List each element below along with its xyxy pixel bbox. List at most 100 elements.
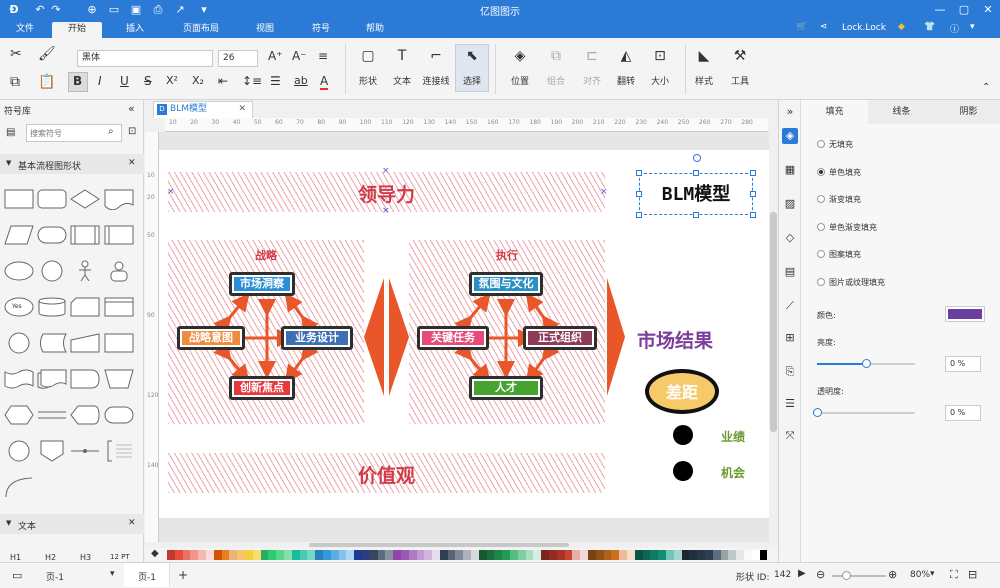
section-header-text[interactable]: ▼ 文本 ✕ xyxy=(0,514,144,534)
text-sample-h2[interactable]: H2 xyxy=(45,553,56,562)
expand-right-panel-icon[interactable]: » xyxy=(782,104,798,120)
shape-process[interactable] xyxy=(4,188,34,210)
color-swatch[interactable] xyxy=(611,550,620,560)
underline-icon[interactable]: U xyxy=(120,74,129,88)
color-swatch[interactable] xyxy=(283,550,292,560)
color-swatch[interactable] xyxy=(369,550,378,560)
shape-decision[interactable] xyxy=(70,188,100,210)
format-painter-icon[interactable]: 🖌 xyxy=(38,46,56,62)
fill-option-label[interactable]: 单色渐变填充 xyxy=(829,222,877,233)
color-swatch[interactable] xyxy=(190,550,199,560)
shape-card[interactable] xyxy=(70,296,100,318)
page-layout-icon[interactable]: ▭ xyxy=(12,569,22,582)
color-swatch[interactable] xyxy=(315,550,323,560)
size-tool-label[interactable]: 大小 xyxy=(640,74,680,87)
shape-ellipse[interactable] xyxy=(4,260,34,282)
text-sample-h3[interactable]: H3 xyxy=(80,553,91,562)
performance-dot[interactable] xyxy=(673,425,693,445)
section-close-icon[interactable]: ✕ xyxy=(128,158,136,168)
search-icon[interactable]: ⌕ xyxy=(108,126,114,137)
text-highlight-icon[interactable]: ab xyxy=(294,74,308,87)
color-swatch[interactable] xyxy=(494,550,503,560)
color-swatch[interactable] xyxy=(400,550,409,560)
shape-rect-small[interactable] xyxy=(104,332,134,354)
position-tool-icon[interactable]: ◈ xyxy=(510,48,530,64)
more-icon[interactable]: ▾ xyxy=(970,22,975,32)
library-menu-icon[interactable]: ▤ xyxy=(6,127,15,138)
color-swatch[interactable] xyxy=(471,550,479,560)
brightness-slider[interactable] xyxy=(817,359,915,368)
fill-option-label[interactable]: 无填充 xyxy=(829,139,853,150)
shape-delay[interactable] xyxy=(70,368,100,390)
model-title[interactable]: BLM模型 xyxy=(639,180,753,206)
menu-symbols[interactable]: 符号 xyxy=(302,22,340,38)
shape-tape[interactable] xyxy=(4,368,34,390)
shape-arc[interactable] xyxy=(4,476,34,498)
tools-icon[interactable]: ⚒ xyxy=(730,48,750,64)
color-swatch[interactable] xyxy=(299,550,308,560)
shape-manual-op[interactable] xyxy=(104,368,134,390)
menu-view[interactable]: 视图 xyxy=(246,22,284,38)
chart-panel-icon[interactable]: ⟋ xyxy=(782,298,798,314)
resize-handle-l[interactable] xyxy=(636,191,642,197)
rotate-handle[interactable] xyxy=(693,154,701,162)
add-page-icon[interactable]: + xyxy=(178,568,188,582)
color-swatch[interactable] xyxy=(346,550,355,560)
color-swatch[interactable] xyxy=(260,550,269,560)
color-swatch[interactable] xyxy=(432,550,440,560)
close-icon[interactable]: ✕ xyxy=(980,2,996,18)
line-spacing-icon[interactable]: ↕≡ xyxy=(242,74,262,88)
menu-help[interactable]: 帮助 xyxy=(356,22,394,38)
tab-line[interactable]: 线条 xyxy=(868,100,935,124)
brightness-input[interactable]: 0 % xyxy=(945,356,981,372)
color-swatch[interactable] xyxy=(447,550,456,560)
shape-annotation[interactable] xyxy=(104,440,134,462)
box-strategic-intent[interactable]: 战略意图 xyxy=(177,326,245,350)
color-swatch[interactable] xyxy=(533,550,542,560)
text-direction-icon[interactable]: ⇤ xyxy=(218,74,228,88)
style-tool-label[interactable]: 样式 xyxy=(684,74,724,87)
subscript-icon[interactable]: X₂ xyxy=(192,74,204,87)
color-swatch[interactable] xyxy=(720,550,729,560)
share-icon[interactable]: ⋖ xyxy=(820,22,828,32)
zoom-in-icon[interactable]: ⊕ xyxy=(888,568,897,581)
fill-option-radio[interactable] xyxy=(817,167,825,176)
color-swatch[interactable] xyxy=(759,550,768,560)
vertical-scroll-thumb[interactable] xyxy=(770,212,777,432)
shape-preparation[interactable] xyxy=(4,404,34,426)
copy-icon[interactable]: ⧉ xyxy=(10,74,20,90)
strikethrough-icon[interactable]: S xyxy=(144,74,152,88)
zoom-slider-knob[interactable] xyxy=(842,571,851,580)
section-header-flowchart[interactable]: ▼ 基本流程图形状 ✕ xyxy=(0,154,144,174)
color-swatch[interactable] xyxy=(502,550,511,560)
vertical-scrollbar[interactable] xyxy=(769,132,778,542)
zoom-slider[interactable] xyxy=(832,571,886,580)
grid-panel-icon[interactable]: ▦ xyxy=(782,162,798,178)
group-tool-icon[interactable]: ⧉ xyxy=(546,48,566,64)
color-swatch[interactable] xyxy=(393,550,401,560)
color-swatch[interactable] xyxy=(556,550,565,560)
transparency-slider[interactable] xyxy=(813,408,915,417)
paste-icon[interactable]: 📋 xyxy=(38,74,55,90)
color-swatch[interactable] xyxy=(174,550,183,560)
fit-page-icon[interactable]: ▶ xyxy=(798,568,806,579)
resize-handle-t[interactable] xyxy=(693,170,699,176)
resize-handle-tl[interactable] xyxy=(636,170,642,176)
color-swatch[interactable] xyxy=(650,550,659,560)
fill-option-radio[interactable] xyxy=(817,250,825,258)
shape-circle-2[interactable] xyxy=(4,440,34,462)
color-swatch[interactable] xyxy=(689,550,698,560)
font-family-select[interactable]: 黑体 xyxy=(77,50,213,67)
color-swatch[interactable] xyxy=(478,550,487,560)
info-icon[interactable]: ⓘ xyxy=(950,22,959,35)
tab-shadow[interactable]: 阴影 xyxy=(935,100,1000,124)
section-text-close-icon[interactable]: ✕ xyxy=(128,518,136,528)
color-swatch[interactable] xyxy=(330,550,339,560)
color-swatch[interactable] xyxy=(517,550,526,560)
color-swatch[interactable] xyxy=(681,550,690,560)
color-swatch[interactable] xyxy=(704,550,713,560)
color-swatch[interactable] xyxy=(751,550,760,560)
fill-option-radio[interactable] xyxy=(817,277,825,286)
box-formal-organization[interactable]: 正式组织 xyxy=(523,326,597,350)
minimize-icon[interactable]: — xyxy=(932,2,948,18)
